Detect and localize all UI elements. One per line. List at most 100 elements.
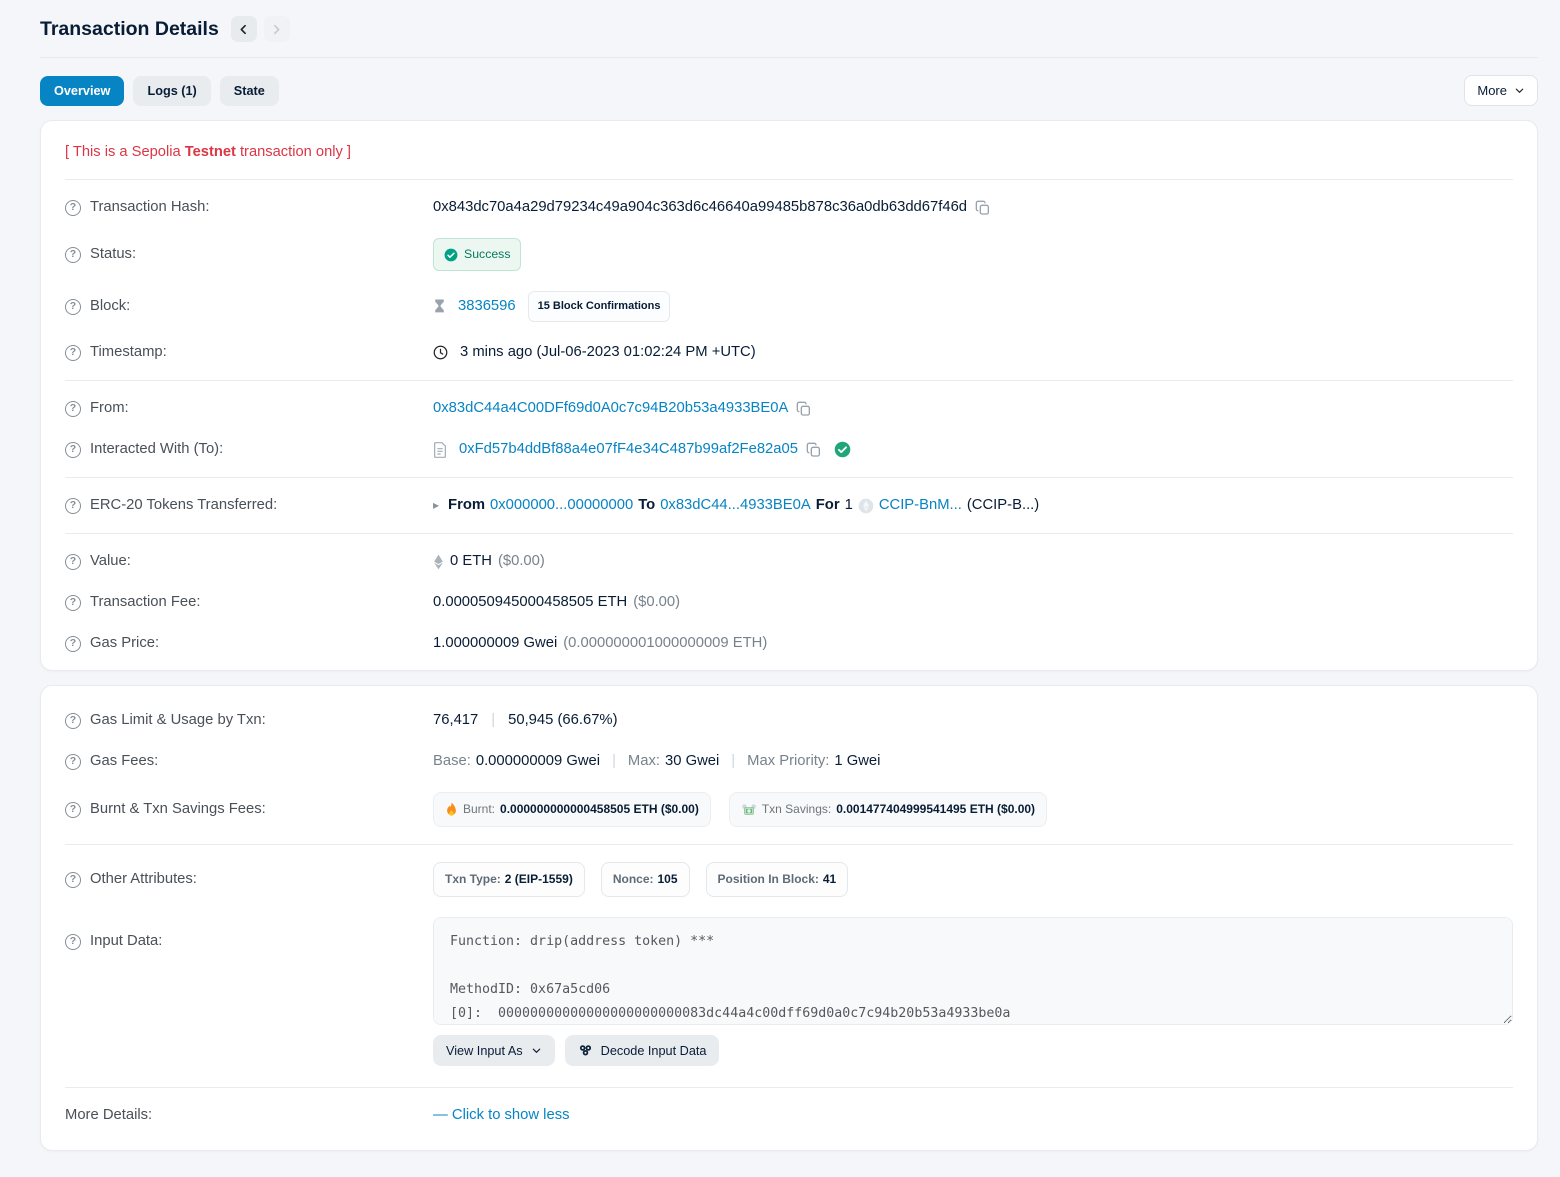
row-from: From: 0x83dC44a4C00DFf69d0A0c7c94B20b53a… xyxy=(65,388,1513,429)
toggle-details-link[interactable]: — Click to show less xyxy=(433,1105,570,1126)
row-gas-fees: Gas Fees: Base: 0.000000009 Gwei Max: 30… xyxy=(65,741,1513,782)
erc20-to-word: To xyxy=(638,495,655,516)
row-gas-price: Gas Price: 1.000000009 Gwei (0.000000001… xyxy=(65,623,1513,664)
value-usd: ($0.00) xyxy=(498,551,545,572)
position-in-block-key: Position In Block: xyxy=(718,869,819,890)
transaction-fee-label: Transaction Fee: xyxy=(90,592,200,613)
txn-type-key: Txn Type: xyxy=(445,869,501,890)
timestamp-value: 3 mins ago (Jul-06-2023 01:02:24 PM +UTC… xyxy=(460,342,756,363)
erc20-to-address-link[interactable]: 0x83dC44...4933BE0A xyxy=(660,495,811,516)
chevron-left-icon xyxy=(237,23,250,36)
help-icon[interactable] xyxy=(65,934,81,950)
max-fee-value: 30 Gwei xyxy=(665,751,719,772)
from-address-link[interactable]: 0x83dC44a4C00DFf69d0A0c7c94B20b53a4933BE… xyxy=(433,398,788,419)
to-contract-address-link[interactable]: 0xFd57b4ddBf88a4e07fF4e34C487b99af2Fe82a… xyxy=(459,439,798,460)
gas-price-label: Gas Price: xyxy=(90,633,159,654)
more-dropdown-label: More xyxy=(1477,83,1507,98)
copy-from-address-button[interactable] xyxy=(794,401,814,417)
copy-hash-button[interactable] xyxy=(973,200,993,216)
txn-nav xyxy=(231,16,290,42)
from-label: From: xyxy=(90,398,129,419)
help-icon[interactable] xyxy=(65,345,81,361)
tab-overview[interactable]: Overview xyxy=(40,76,124,106)
gas-fees-label: Gas Fees: xyxy=(90,751,158,772)
decode-icon xyxy=(578,1043,593,1058)
copy-to-address-button[interactable] xyxy=(804,442,824,458)
decode-input-data-button[interactable]: Decode Input Data xyxy=(565,1035,720,1066)
input-data-textarea[interactable]: Function: drip(address token) *** Method… xyxy=(433,917,1513,1025)
block-confirmations-badge: 15 Block Confirmations xyxy=(528,291,671,322)
more-dropdown-button[interactable]: More xyxy=(1464,75,1538,106)
nonce-badge: Nonce: 105 xyxy=(601,862,690,897)
overview-card: [ This is a Sepolia Testnet transaction … xyxy=(40,120,1538,671)
row-other-attributes: Other Attributes: Txn Type: 2 (EIP-1559)… xyxy=(65,852,1513,907)
row-timestamp: Timestamp: 3 mins ago (Jul-06-2023 01:02… xyxy=(65,332,1513,373)
next-txn-button[interactable] xyxy=(264,16,290,42)
help-icon[interactable] xyxy=(65,754,81,770)
help-icon[interactable] xyxy=(65,872,81,888)
max-priority-fee-value: 1 Gwei xyxy=(834,751,880,772)
status-label: Status: xyxy=(90,244,136,265)
base-fee-key: Base: xyxy=(433,751,471,772)
erc20-for-word: For xyxy=(816,495,840,516)
help-icon[interactable] xyxy=(65,554,81,570)
help-icon[interactable] xyxy=(65,802,81,818)
status-badge-label: Success xyxy=(464,244,510,265)
burnt-savings-label: Burnt & Txn Savings Fees: xyxy=(90,799,266,820)
token-name-link[interactable]: CCIP-BnM... xyxy=(879,495,962,516)
chevron-right-icon xyxy=(270,23,283,36)
divider xyxy=(65,477,1513,478)
input-data-label: Input Data: xyxy=(90,931,162,952)
txn-type-badge: Txn Type: 2 (EIP-1559) xyxy=(433,862,585,897)
help-icon[interactable] xyxy=(65,247,81,263)
row-erc20-transfers: ERC-20 Tokens Transferred: From 0x000000… xyxy=(65,485,1513,526)
txn-savings-key: Txn Savings: xyxy=(762,799,831,820)
block-number-link[interactable]: 3836596 xyxy=(458,296,516,317)
erc20-from-address-link[interactable]: 0x000000...00000000 xyxy=(490,495,633,516)
help-icon[interactable] xyxy=(65,498,81,514)
details-card: Gas Limit & Usage by Txn: 76,417 50,945 … xyxy=(40,685,1538,1151)
fire-icon xyxy=(445,802,458,817)
row-status: Status: Success xyxy=(65,228,1513,281)
view-input-as-label: View Input As xyxy=(446,1044,523,1058)
help-icon[interactable] xyxy=(65,401,81,417)
divider xyxy=(65,844,1513,845)
tabs-row: Overview Logs (1) State More xyxy=(40,75,1538,106)
help-icon[interactable] xyxy=(65,299,81,315)
separator xyxy=(491,710,495,731)
row-gas-limit: Gas Limit & Usage by Txn: 76,417 50,945 … xyxy=(65,700,1513,741)
gas-limit-label: Gas Limit & Usage by Txn: xyxy=(90,710,266,731)
position-in-block-badge: Position In Block: 41 xyxy=(706,862,849,897)
row-block: Block: 3836596 15 Block Confirmations xyxy=(65,281,1513,332)
help-icon[interactable] xyxy=(65,636,81,652)
status-badge: Success xyxy=(433,238,521,271)
transaction-fee-usd: ($0.00) xyxy=(633,592,680,613)
more-details-label: More Details: xyxy=(65,1105,152,1126)
help-icon[interactable] xyxy=(65,442,81,458)
transaction-hash-value: 0x843dc70a4a29d79234c49a904c363d6c46640a… xyxy=(433,197,967,218)
view-input-as-button[interactable]: View Input As xyxy=(433,1035,555,1066)
transaction-fee-amount: 0.000050945000458505 ETH xyxy=(433,592,627,613)
row-interacted-with: Interacted With (To): 0xFd57b4ddBf88a4e0… xyxy=(65,429,1513,470)
gas-price-amount: 1.000000009 Gwei xyxy=(433,633,557,654)
max-priority-fee-key: Max Priority: xyxy=(747,751,829,772)
page-title: Transaction Details xyxy=(40,18,219,41)
decode-input-data-label: Decode Input Data xyxy=(601,1044,707,1058)
tab-state[interactable]: State xyxy=(220,76,279,106)
position-in-block-value: 41 xyxy=(823,869,836,890)
help-icon[interactable] xyxy=(65,200,81,216)
transaction-hash-label: Transaction Hash: xyxy=(90,197,210,218)
tab-logs[interactable]: Logs (1) xyxy=(133,76,210,106)
nonce-key: Nonce: xyxy=(613,869,654,890)
row-more-details: More Details: — Click to show less xyxy=(65,1095,1513,1136)
previous-txn-button[interactable] xyxy=(231,16,257,42)
copy-icon xyxy=(796,401,812,417)
help-icon[interactable] xyxy=(65,595,81,611)
burnt-value: 0.000000000000458505 ETH ($0.00) xyxy=(500,799,699,820)
value-amount: 0 ETH xyxy=(450,551,492,572)
divider xyxy=(65,1087,1513,1088)
txn-savings-badge: Txn Savings: 0.001477404999541495 ETH ($… xyxy=(729,792,1047,827)
erc20-amount: 1 xyxy=(845,495,853,516)
separator xyxy=(731,751,735,772)
help-icon[interactable] xyxy=(65,713,81,729)
